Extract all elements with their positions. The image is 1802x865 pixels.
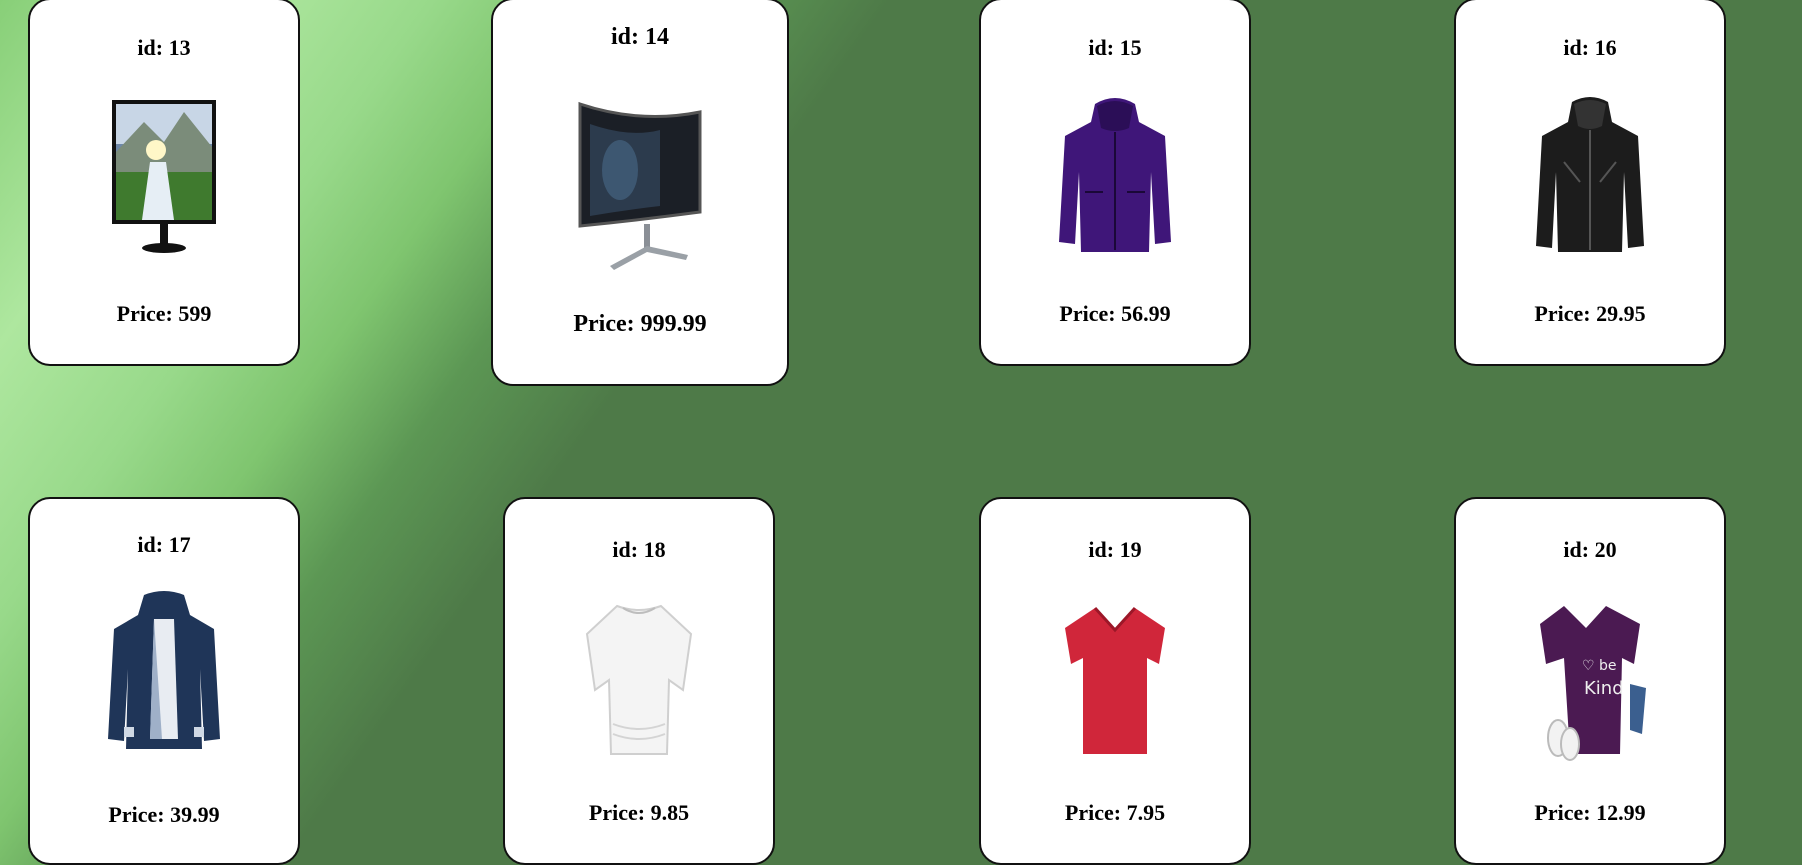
product-id: id: 16 bbox=[1563, 35, 1617, 60]
purple-jacket-icon bbox=[1035, 87, 1195, 267]
product-id: id: 14 bbox=[610, 24, 669, 50]
product-card[interactable]: id: 18 Price: 9.85 bbox=[503, 497, 775, 865]
product-card[interactable]: id: 20 ♡ be Kind Price: 12.99 bbox=[1454, 497, 1726, 865]
product-price: Price: 12.99 bbox=[1534, 800, 1646, 825]
product-id: id: 19 bbox=[1088, 537, 1142, 562]
monitor-waterfall-icon bbox=[84, 87, 244, 267]
product-price: Price: 56.99 bbox=[1059, 301, 1171, 326]
product-card[interactable]: id: 13 Price: 599 bbox=[28, 0, 300, 366]
product-price: Price: 39.99 bbox=[108, 802, 220, 827]
navy-raincoat-icon bbox=[84, 584, 244, 764]
product-price: Price: 29.95 bbox=[1534, 301, 1646, 326]
product-price: Price: 999.99 bbox=[573, 311, 707, 337]
black-leather-jacket-icon bbox=[1510, 87, 1670, 267]
product-id: id: 15 bbox=[1088, 35, 1142, 60]
product-card[interactable]: id: 15 Price: 56.99 bbox=[979, 0, 1251, 366]
curved-gaming-monitor-icon bbox=[550, 79, 730, 279]
product-id: id: 20 bbox=[1563, 537, 1617, 562]
svg-text:♡ be: ♡ be bbox=[1582, 658, 1617, 674]
product-price: Price: 599 bbox=[116, 301, 212, 326]
product-card[interactable]: id: 17 Price: 39.99 bbox=[28, 497, 300, 865]
product-id: id: 13 bbox=[137, 35, 191, 60]
product-card[interactable]: id: 19 Price: 7.95 bbox=[979, 497, 1251, 865]
product-card[interactable]: id: 16 Price: 29.95 bbox=[1454, 0, 1726, 366]
product-id: id: 17 bbox=[137, 532, 191, 557]
product-id: id: 18 bbox=[612, 537, 666, 562]
product-price: Price: 7.95 bbox=[1064, 800, 1166, 825]
product-card[interactable]: id: 14 Price: 999.99 bbox=[491, 0, 789, 386]
red-vneck-tshirt-icon bbox=[1035, 589, 1195, 769]
purple-be-kind-tshirt-icon: ♡ be Kind bbox=[1510, 589, 1670, 769]
svg-text:Kind: Kind bbox=[1584, 678, 1624, 699]
product-price: Price: 9.85 bbox=[588, 800, 690, 825]
white-tshirt-icon bbox=[559, 589, 719, 769]
